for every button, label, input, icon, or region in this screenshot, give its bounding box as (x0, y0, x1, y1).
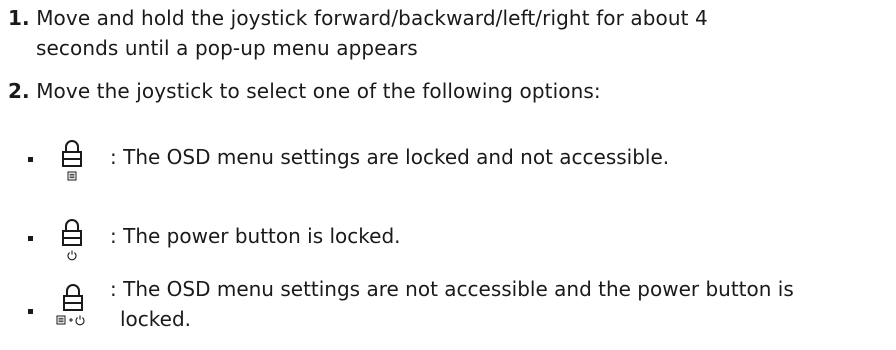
step-1: 1. Move and hold the joystick forward/ba… (8, 3, 878, 63)
option-text: : The OSD menu settings are not accessib… (110, 274, 896, 334)
bullet (28, 236, 33, 241)
lock-menu-icon (58, 139, 88, 183)
option-text-line: locked. (120, 307, 192, 331)
step-2: 2. Move the joystick to select one of th… (8, 76, 878, 106)
lock-power-icon (58, 218, 88, 262)
step-text: Move and hold the joystick forward/backw… (36, 6, 708, 30)
option-text: : The power button is locked. (110, 224, 401, 248)
option-text: : The OSD menu settings are locked and n… (110, 145, 670, 169)
lock-menu-power-icon (54, 284, 94, 334)
step-number: 1. (8, 6, 30, 30)
step-text: Move the joystick to select one of the f… (36, 79, 601, 103)
step-text-continued: seconds until a pop-up menu appears (36, 36, 418, 60)
option-text-line: : The OSD menu settings are not accessib… (110, 277, 794, 301)
step-number: 2. (8, 79, 30, 103)
bullet (28, 309, 33, 314)
bullet (28, 157, 33, 162)
